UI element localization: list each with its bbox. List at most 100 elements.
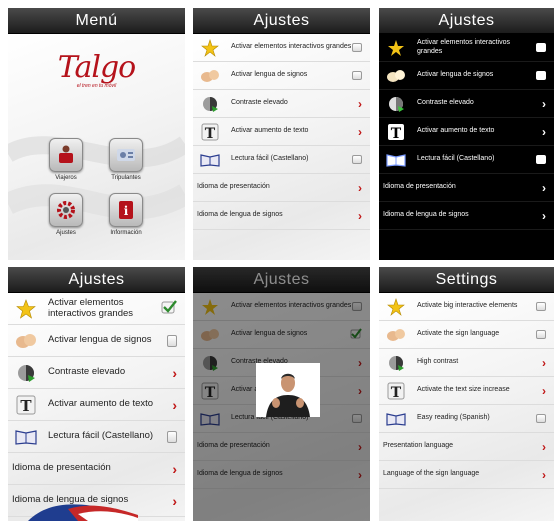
svg-text:T: T bbox=[205, 126, 216, 141]
chevron-right-icon: › bbox=[172, 364, 177, 381]
big-elements-row[interactable]: Activate big interactive elements bbox=[379, 293, 554, 321]
settings-list: Activar elementos interactivos grandes A… bbox=[8, 293, 185, 521]
high-contrast-label: Contraste elevado bbox=[231, 99, 288, 107]
ajustes-screen-light: Ajustes Activar elementos interactivos g… bbox=[193, 8, 370, 260]
signer-figure-icon bbox=[266, 373, 310, 417]
ajustes-screen-large-elements: Ajustes Activar elementos interactivos g… bbox=[8, 267, 185, 521]
sign-language-checkbox[interactable] bbox=[536, 71, 546, 80]
text-size-row[interactable]: T Activate the text size increase › bbox=[379, 377, 554, 405]
easy-reading-checkbox[interactable] bbox=[352, 155, 362, 164]
checkmark-icon[interactable] bbox=[161, 300, 177, 317]
easy-reading-checkbox[interactable] bbox=[536, 414, 546, 423]
text-size-label: Activar aumento de texto bbox=[231, 127, 309, 135]
sign-language-row[interactable]: Activar lengua de signos bbox=[8, 325, 185, 357]
presentation-language-row[interactable]: Idioma de presentación › bbox=[193, 174, 370, 202]
presentation-language-label: Idioma de presentación bbox=[12, 462, 111, 474]
open-book-icon bbox=[385, 149, 407, 171]
ajustes-screen-high-contrast: Ajustes Activar elementos interactivos g… bbox=[379, 8, 554, 260]
sign-language-row[interactable]: Activar lengua de signos bbox=[193, 62, 370, 90]
chevron-right-icon: › bbox=[542, 355, 546, 370]
sign-language-language-label: Idioma de lengua de signos bbox=[383, 211, 469, 219]
text-size-label: Activar aumento de texto bbox=[417, 127, 495, 135]
crew-icon bbox=[109, 138, 143, 172]
sign-language-row[interactable]: Activate the sign language bbox=[379, 321, 554, 349]
big-elements-checkbox[interactable] bbox=[536, 302, 546, 311]
sign-language-row[interactable]: Activar lengua de signos bbox=[379, 62, 554, 90]
high-contrast-row[interactable]: High contrast › bbox=[379, 349, 554, 377]
high-contrast-row[interactable]: Contraste elevado › bbox=[379, 90, 554, 118]
big-elements-row[interactable]: Activar elementos interactivos grandes bbox=[379, 34, 554, 62]
open-book-icon bbox=[199, 149, 221, 171]
easy-reading-checkbox[interactable] bbox=[536, 155, 546, 164]
easy-reading-row[interactable]: Easy reading (Spanish) bbox=[379, 405, 554, 433]
information-button[interactable]: i Información bbox=[102, 193, 150, 236]
ajustes-title: Ajustes bbox=[8, 267, 185, 293]
sign-language-label: Activate the sign language bbox=[417, 330, 500, 338]
text-size-row[interactable]: T Activar aumento de texto › bbox=[379, 118, 554, 146]
ajustes-title: Ajustes bbox=[193, 8, 370, 34]
star-icon bbox=[385, 37, 407, 59]
sign-language-hands-icon bbox=[385, 65, 407, 87]
chevron-right-icon: › bbox=[542, 439, 546, 454]
text-size-label: Activate the text size increase bbox=[417, 386, 510, 394]
sign-language-checkbox[interactable] bbox=[352, 71, 362, 80]
chevron-right-icon: › bbox=[172, 460, 177, 477]
menu-title: Menú bbox=[8, 8, 185, 34]
sign-language-language-row[interactable]: Language of the sign language › bbox=[379, 461, 554, 489]
easy-reading-row[interactable]: Lectura fácil (Castellano) bbox=[8, 421, 185, 453]
sign-language-label: Activar lengua de signos bbox=[417, 71, 494, 79]
travelers-button[interactable]: Viajeros bbox=[42, 138, 90, 181]
big-elements-checkbox[interactable] bbox=[352, 43, 362, 52]
sign-language-label: Activar lengua de signos bbox=[48, 334, 152, 346]
text-size-label: Activar aumento de texto bbox=[48, 398, 154, 410]
easy-reading-label: Lectura fácil (Castellano) bbox=[48, 430, 154, 442]
text-size-row[interactable]: T Activar aumento de texto › bbox=[193, 118, 370, 146]
easy-reading-row[interactable]: Lectura fácil (Castellano) bbox=[379, 146, 554, 174]
sign-language-checkbox[interactable] bbox=[167, 334, 177, 347]
menu-screen: Menú Talgo el tren en tu móvil Viajeros … bbox=[8, 8, 185, 260]
open-book-icon bbox=[385, 408, 407, 430]
big-elements-row[interactable]: Activar elementos interactivos grandes bbox=[8, 293, 185, 325]
crew-label: Tripulantes bbox=[111, 175, 141, 181]
sign-language-checkbox[interactable] bbox=[536, 330, 546, 339]
star-icon bbox=[385, 296, 407, 318]
high-contrast-row[interactable]: Contraste elevado › bbox=[193, 90, 370, 118]
presentation-language-row[interactable]: Idioma de presentación › bbox=[379, 174, 554, 202]
star-icon bbox=[14, 297, 38, 321]
text-size-icon: T bbox=[199, 121, 221, 143]
svg-text:T: T bbox=[391, 126, 402, 141]
sign-language-language-row[interactable]: Idioma de lengua de signos › bbox=[379, 202, 554, 230]
presentation-language-row[interactable]: Presentation language › bbox=[379, 433, 554, 461]
text-size-icon: T bbox=[14, 393, 38, 417]
chevron-right-icon: › bbox=[172, 396, 177, 413]
menu-background: Talgo el tren en tu móvil Viajeros Tripu… bbox=[8, 34, 185, 260]
settings-list: Activar elementos interactivos grandes A… bbox=[379, 34, 554, 260]
settings-button[interactable]: Ajustes bbox=[42, 193, 90, 236]
logo-wordmark: Talgo bbox=[57, 50, 136, 85]
big-elements-row[interactable]: Activar elementos interactivos grandes bbox=[193, 34, 370, 62]
presentation-language-label: Idioma de presentación bbox=[197, 183, 270, 191]
presentation-language-label: Presentation language bbox=[383, 442, 454, 450]
easy-reading-row[interactable]: Lectura fácil (Castellano) bbox=[193, 146, 370, 174]
chevron-right-icon: › bbox=[542, 96, 546, 111]
contrast-globe-icon bbox=[385, 352, 407, 374]
chevron-right-icon: › bbox=[542, 208, 546, 223]
text-size-icon: T bbox=[385, 121, 407, 143]
svg-text:T: T bbox=[391, 385, 402, 400]
high-contrast-label: High contrast bbox=[417, 358, 459, 366]
text-size-row[interactable]: T Activar aumento de texto › bbox=[8, 389, 185, 421]
settings-list: Activate big interactive elements Activa… bbox=[379, 293, 554, 521]
crew-button[interactable]: Tripulantes bbox=[102, 138, 150, 181]
sign-language-hands-icon bbox=[199, 65, 221, 87]
big-elements-checkbox[interactable] bbox=[536, 43, 546, 52]
settings-list: Activar elementos interactivos grandes A… bbox=[193, 34, 370, 260]
high-contrast-row[interactable]: Contraste elevado › bbox=[8, 357, 185, 389]
chevron-right-icon: › bbox=[542, 124, 546, 139]
sign-language-language-row[interactable]: Idioma de lengua de signos › bbox=[193, 202, 370, 230]
travelers-label: Viajeros bbox=[55, 175, 77, 181]
ajustes-title: Ajustes bbox=[379, 8, 554, 34]
easy-reading-checkbox[interactable] bbox=[167, 430, 177, 443]
contrast-globe-icon bbox=[14, 361, 38, 385]
chevron-right-icon: › bbox=[542, 383, 546, 398]
sign-language-video[interactable] bbox=[256, 363, 320, 417]
